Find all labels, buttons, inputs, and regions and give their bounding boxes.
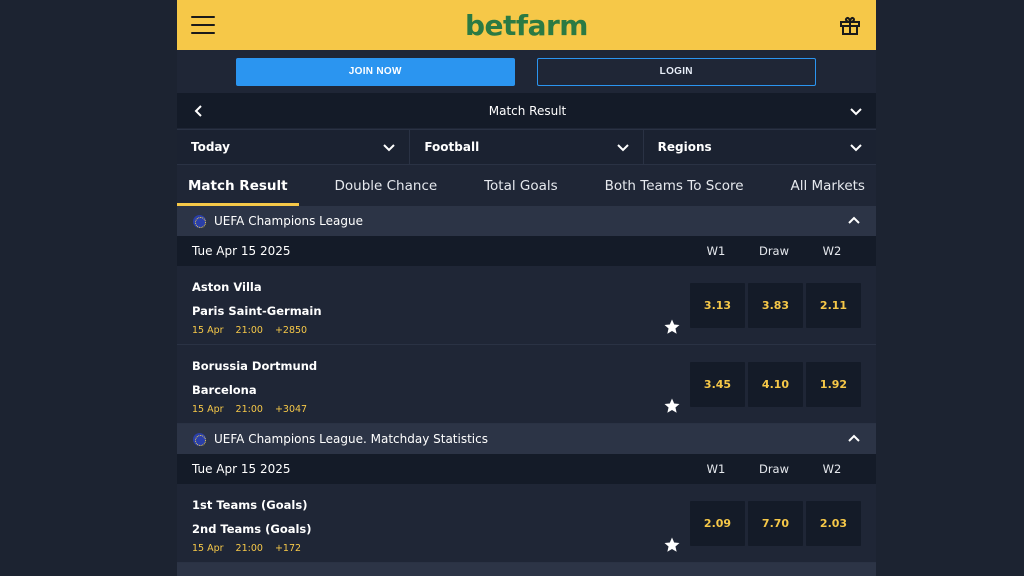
- league-title: UEFA Champions League: [193, 214, 363, 228]
- more-markets-link[interactable]: +3047: [275, 404, 307, 415]
- match-teams: Borussia Dortmund Barcelona 15 Apr 21:00…: [192, 354, 690, 415]
- match-row[interactable]: Borussia Dortmund Barcelona 15 Apr 21:00…: [177, 345, 876, 424]
- match-time: 21:00: [235, 403, 263, 415]
- menu-icon[interactable]: [191, 16, 215, 34]
- home-team: 1st Teams (Goals): [192, 497, 308, 512]
- chevron-down-icon: [850, 144, 862, 152]
- chevron-left-icon[interactable]: [193, 104, 205, 117]
- league-title: UEFA Champions League. Matchday Statisti…: [193, 432, 488, 446]
- gift-icon[interactable]: [838, 13, 862, 37]
- league-name: UEFA Champions League. Matchday Statisti…: [214, 432, 488, 446]
- eu-flag-icon: [193, 432, 206, 446]
- tab-both-teams-to-score[interactable]: Both Teams To Score: [605, 165, 744, 206]
- match-date: Tue Apr 15 2025: [192, 244, 291, 258]
- market-selector[interactable]: Match Result: [177, 93, 876, 128]
- col-w1: W1: [706, 244, 726, 258]
- odds-group: 3.45 4.10 1.92: [690, 361, 861, 407]
- tab-all-markets[interactable]: All Markets: [790, 165, 864, 206]
- odd-w1[interactable]: 3.45: [690, 361, 745, 407]
- star-icon[interactable]: [663, 318, 681, 336]
- match-day: 15 Apr: [192, 542, 224, 554]
- app-container: betfarm JOIN NOW LOGIN Match Result Toda…: [177, 0, 876, 576]
- filter-bar: Today Football Regions: [177, 129, 876, 165]
- odd-w1[interactable]: 3.13: [690, 282, 745, 328]
- match-meta: 15 Apr 21:00 +2850: [192, 325, 690, 336]
- eu-flag-icon: [193, 214, 206, 228]
- home-team: Borussia Dortmund: [192, 358, 318, 373]
- login-button[interactable]: LOGIN: [536, 57, 816, 86]
- odd-draw[interactable]: 4.10: [748, 361, 803, 407]
- filter-label: Regions: [657, 140, 712, 154]
- odds-group: 2.09 7.70 2.03: [690, 500, 861, 546]
- col-draw: Draw: [758, 462, 790, 476]
- more-markets-link[interactable]: +172: [275, 543, 301, 554]
- match-row[interactable]: 1st Teams (Goals) 2nd Teams (Goals) 15 A…: [177, 484, 876, 563]
- away-team: Barcelona: [192, 382, 257, 397]
- away-team: 2nd Teams (Goals): [192, 521, 312, 536]
- odd-draw[interactable]: 3.83: [748, 282, 803, 328]
- col-w2: W2: [822, 462, 842, 476]
- home-team: Aston Villa: [192, 279, 262, 294]
- chevron-down-icon: [383, 144, 396, 152]
- date-row: Tue Apr 15 2025 W1 Draw W2: [177, 236, 876, 266]
- odds-group: 3.13 3.83 2.11: [690, 282, 861, 328]
- filter-sport[interactable]: Football: [410, 130, 644, 164]
- tab-double-chance[interactable]: Double Chance: [335, 165, 438, 206]
- market-tabs: Match Result Double Chance Total Goals B…: [177, 165, 876, 206]
- date-row: Tue Apr 15 2025 W1 Draw W2: [177, 454, 876, 484]
- col-draw: Draw: [758, 244, 790, 258]
- match-row[interactable]: Aston Villa Paris Saint-Germain 15 Apr 2…: [177, 266, 876, 345]
- odd-w2[interactable]: 2.11: [806, 282, 861, 328]
- odd-draw[interactable]: 7.70: [748, 500, 803, 546]
- match-meta: 15 Apr 21:00 +172: [192, 543, 690, 554]
- odd-w2[interactable]: 1.92: [806, 361, 861, 407]
- filter-region[interactable]: Regions: [644, 130, 876, 164]
- league-header-partial[interactable]: [177, 563, 876, 576]
- chevron-down-icon: [616, 144, 629, 152]
- more-markets-link[interactable]: +2850: [275, 325, 307, 336]
- brand-logo[interactable]: betfarm: [465, 9, 588, 42]
- match-meta: 15 Apr 21:00 +3047: [192, 404, 690, 415]
- match-day: 15 Apr: [192, 324, 224, 336]
- join-now-button[interactable]: JOIN NOW: [236, 57, 515, 86]
- league-name: UEFA Champions League: [214, 214, 363, 228]
- tab-match-result[interactable]: Match Result: [177, 165, 299, 206]
- star-icon[interactable]: [663, 536, 681, 554]
- league-header[interactable]: UEFA Champions League: [177, 206, 876, 236]
- col-w1: W1: [706, 462, 726, 476]
- tab-total-goals[interactable]: Total Goals: [484, 165, 558, 206]
- header: betfarm: [177, 0, 876, 50]
- odd-w2[interactable]: 2.03: [806, 500, 861, 546]
- chevron-up-icon[interactable]: [848, 433, 860, 445]
- col-w2: W2: [822, 244, 842, 258]
- market-title: Match Result: [488, 103, 567, 118]
- star-icon[interactable]: [663, 397, 681, 415]
- filter-label: Football: [424, 140, 480, 154]
- match-teams: Aston Villa Paris Saint-Germain 15 Apr 2…: [192, 275, 690, 336]
- odd-w1[interactable]: 2.09: [690, 500, 745, 546]
- match-date: Tue Apr 15 2025: [192, 462, 291, 476]
- chevron-up-icon[interactable]: [848, 215, 860, 227]
- match-time: 21:00: [235, 542, 263, 554]
- match-day: 15 Apr: [192, 403, 224, 415]
- match-teams: 1st Teams (Goals) 2nd Teams (Goals) 15 A…: [192, 493, 690, 554]
- match-time: 21:00: [235, 324, 263, 336]
- auth-bar: JOIN NOW LOGIN: [177, 50, 876, 93]
- chevron-down-icon[interactable]: [850, 105, 862, 117]
- filter-label: Today: [191, 140, 230, 154]
- away-team: Paris Saint-Germain: [192, 303, 322, 318]
- league-header[interactable]: UEFA Champions League. Matchday Statisti…: [177, 424, 876, 454]
- filter-date[interactable]: Today: [177, 130, 411, 164]
